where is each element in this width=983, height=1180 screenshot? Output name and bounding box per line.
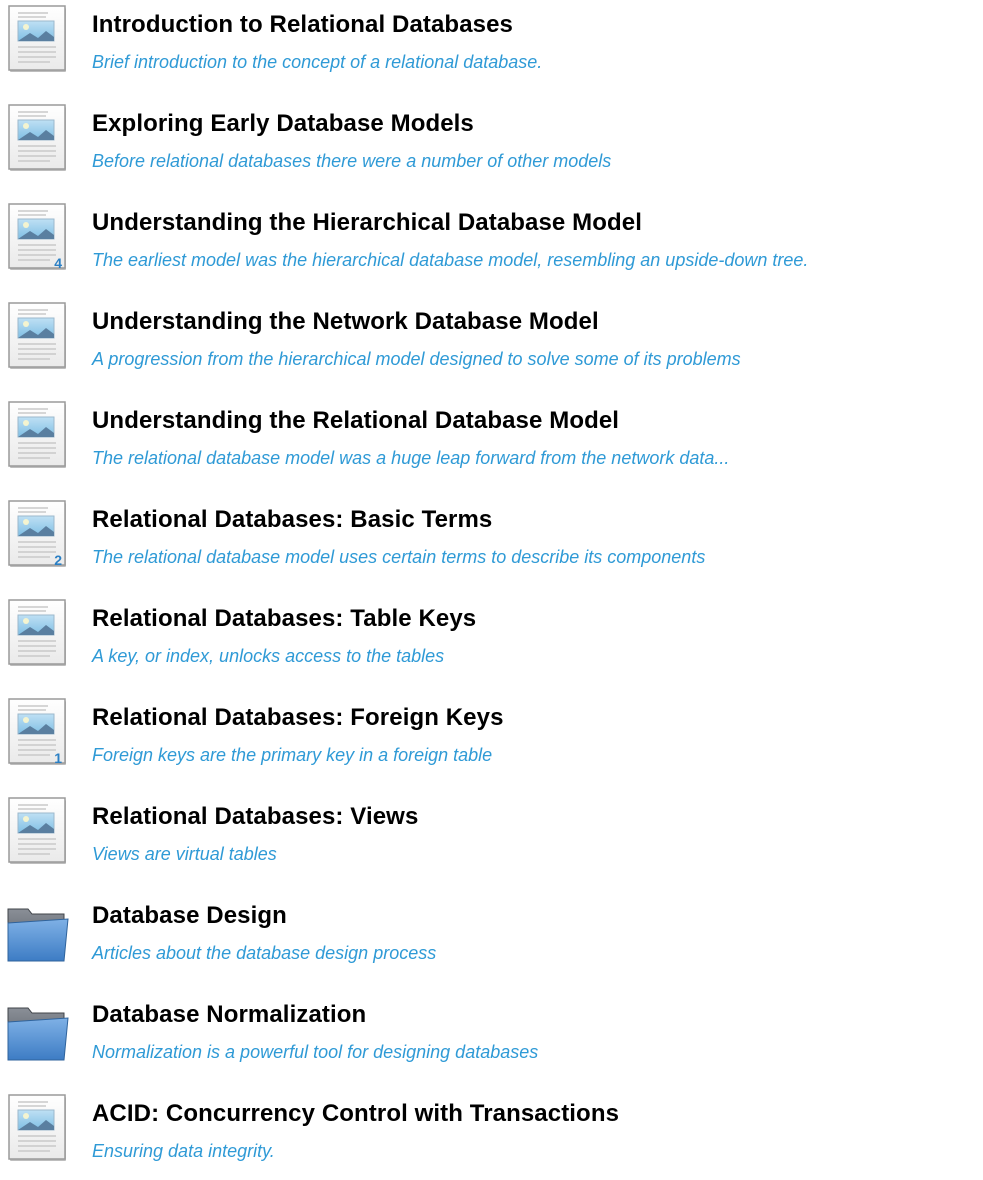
item-description: A key, or index, unlocks access to the t… <box>92 646 445 666</box>
document-icon <box>6 398 70 470</box>
list-item[interactable]: Relational Databases: Views Views are vir… <box>0 797 983 880</box>
item-title[interactable]: Database Normalization <box>92 1001 366 1029</box>
document-icon: 2 <box>6 497 70 569</box>
document-icon <box>6 596 70 668</box>
item-title[interactable]: Relational Databases: Foreign Keys <box>92 704 504 732</box>
item-description: The relational database model was a huge… <box>92 448 730 468</box>
list-item[interactable]: Understanding the Network Database Model… <box>0 302 983 385</box>
item-title[interactable]: Understanding the Hierarchical Database … <box>92 209 642 237</box>
list-item[interactable]: 4 Understanding the Hierarchical Database… <box>0 203 983 286</box>
item-description: Brief introduction to the concept of a r… <box>92 52 543 72</box>
item-title[interactable]: Understanding the Relational Database Mo… <box>92 407 619 435</box>
item-description: Articles about the database design proce… <box>92 943 437 963</box>
item-description: Foreign keys are the primary key in a fo… <box>92 745 493 765</box>
list-item[interactable]: 1 Relational Databases: Foreign Keys Forei… <box>0 698 983 781</box>
item-title[interactable]: Relational Databases: Table Keys <box>92 605 476 633</box>
list-item[interactable]: Introduction to Relational Databases Brie… <box>0 5 983 88</box>
item-title[interactable]: Introduction to Relational Databases <box>92 11 513 39</box>
item-title[interactable]: Relational Databases: Views <box>92 803 418 831</box>
list-item[interactable]: Database Design Articles about the databa… <box>0 899 983 979</box>
list-item[interactable]: Understanding the Relational Database Mo… <box>0 401 983 484</box>
document-icon <box>6 299 70 371</box>
item-description: The earliest model was the hierarchical … <box>92 250 809 270</box>
item-description: The relational database model uses certa… <box>92 547 706 567</box>
list-item[interactable]: Exploring Early Database Models Before re… <box>0 104 983 187</box>
item-description: Ensuring data integrity. <box>92 1141 275 1161</box>
item-description: Views are virtual tables <box>92 844 277 864</box>
item-title[interactable]: Database Design <box>92 902 287 930</box>
badge-count: 4 <box>54 255 62 271</box>
folder-icon <box>6 994 70 1066</box>
list-item[interactable]: 2 Relational Databases: Basic Terms The re… <box>0 500 983 583</box>
item-title[interactable]: Exploring Early Database Models <box>92 110 474 138</box>
document-icon: 4 <box>6 200 70 272</box>
item-description: Normalization is a powerful tool for des… <box>92 1042 539 1062</box>
item-description: Before relational databases there were a… <box>92 151 612 171</box>
badge-count: 2 <box>54 552 62 568</box>
item-title[interactable]: Relational Databases: Basic Terms <box>92 506 492 534</box>
document-icon: 1 <box>6 695 70 767</box>
list-item[interactable]: ACID: Concurrency Control with Transacti… <box>0 1094 983 1177</box>
document-icon <box>6 2 70 74</box>
document-icon <box>6 794 70 866</box>
document-icon <box>6 101 70 173</box>
document-icon <box>6 1091 70 1163</box>
badge-count: 1 <box>54 750 62 766</box>
list-item[interactable]: Relational Databases: Table Keys A key, o… <box>0 599 983 682</box>
item-description: A progression from the hierarchical mode… <box>92 349 741 369</box>
item-title[interactable]: ACID: Concurrency Control with Transacti… <box>92 1100 619 1128</box>
item-title[interactable]: Understanding the Network Database Model <box>92 308 599 336</box>
folder-icon <box>6 895 70 967</box>
list-item[interactable]: Database Normalization Normalization is a… <box>0 998 983 1078</box>
